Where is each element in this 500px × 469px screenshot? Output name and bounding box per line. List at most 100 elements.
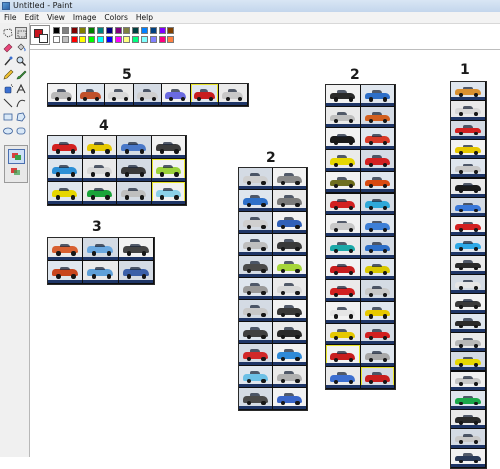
car-thumbnail [451,139,485,159]
palette-swatch[interactable] [114,36,122,43]
car-thumbnail [118,238,153,260]
palette-swatch[interactable] [141,27,148,34]
car-thumbnail [326,193,360,215]
palette-swatch[interactable] [53,27,60,34]
car-thumbnail [105,84,133,105]
magnifier-icon[interactable] [15,55,27,67]
car-thumbnail [360,323,394,345]
current-colors[interactable] [30,25,50,45]
palette-swatch[interactable] [53,36,60,43]
car-thumbnail [451,371,485,390]
window-title: Untitled - Paint [13,1,73,10]
drawing-canvas[interactable]: 5 4 3 2 2 1 [30,49,500,469]
palette-swatch[interactable] [149,36,157,43]
car-thumbnail [239,168,272,189]
palette-swatch[interactable] [132,36,140,43]
menu-help[interactable]: Help [132,12,157,22]
car-thumbnail [326,215,360,236]
car-thumbnail [151,159,185,181]
palette-swatch[interactable] [61,27,69,34]
car-thumbnail [360,236,394,258]
transparent-option-icon[interactable] [8,165,23,178]
brush-icon[interactable] [15,69,27,81]
car-thumbnail [360,106,394,128]
car-thumbnail [239,256,272,277]
palette-swatch[interactable] [61,36,69,43]
car-thumbnail [451,410,485,429]
car-thumbnail [239,366,272,387]
car-thumbnail [451,178,485,197]
palette-swatch[interactable] [114,27,122,34]
palette-swatch[interactable] [70,27,78,34]
car-thumbnail [273,344,306,365]
palette-swatch[interactable] [167,36,175,43]
eraser-icon[interactable] [2,41,14,53]
line-icon[interactable] [2,97,14,109]
car-thumbnail [451,332,485,352]
palette-swatch[interactable] [123,36,131,43]
palette-swatch[interactable] [149,27,157,34]
menu-colors[interactable]: Colors [100,12,132,22]
group-number-label: 5 [122,67,132,83]
palette-swatch[interactable] [88,27,96,34]
car-thumbnail [48,136,82,158]
fill-icon[interactable] [15,41,27,53]
car-thumbnail [451,217,485,236]
car-thumbnail [273,256,306,277]
polygon-icon[interactable] [15,111,27,123]
opaque-option-icon[interactable] [8,149,25,164]
car-thumbnail [326,367,360,388]
car-thumbnail [151,136,185,158]
group-number-label: 2 [266,150,276,166]
palette-swatch[interactable] [70,36,78,43]
car-thumbnail [48,238,83,260]
palette-swatch[interactable] [79,36,87,43]
rectangle-icon[interactable] [2,111,14,123]
car-thumbnail [360,150,394,171]
palette-swatch[interactable] [167,27,175,34]
car-thumbnail [451,352,485,371]
palette-swatch[interactable] [141,36,148,43]
free-select-icon[interactable] [2,27,14,39]
palette-swatch[interactable] [123,27,131,34]
car-thumbnail [239,212,272,233]
color-picker-icon[interactable] [2,55,14,67]
select-icon[interactable] [15,27,27,39]
rounded-rectangle-icon[interactable] [15,125,27,137]
tool-options-panel [4,145,28,183]
curve-icon[interactable] [15,97,27,109]
palette-swatch[interactable] [132,27,140,34]
pencil-icon[interactable] [2,69,14,81]
car-thumbnail [83,238,118,260]
palette-swatch[interactable] [105,36,113,43]
car-thumbnail [273,190,306,211]
car-thumbnail [360,128,394,150]
car-thumbnail [451,159,485,178]
car-thumbnail [273,366,306,387]
palette-swatch[interactable] [105,27,113,34]
menu-view[interactable]: View [43,12,69,22]
paint-app-icon [2,2,10,10]
menu-image[interactable]: Image [69,12,101,22]
background-color[interactable] [39,34,48,43]
group-number-label: 1 [460,62,470,78]
menu-edit[interactable]: Edit [21,12,44,22]
car-thumbnail [48,182,82,204]
palette-swatch[interactable] [97,36,104,43]
group-number-label: 2 [350,67,360,83]
palette-swatch[interactable] [79,27,87,34]
palette-swatch[interactable] [158,27,166,34]
car-thumbnail [326,128,360,150]
car-thumbnail [118,261,153,283]
menu-file[interactable]: File [0,12,21,22]
palette-swatch[interactable] [88,36,96,43]
text-icon[interactable] [15,83,27,95]
palette-swatch[interactable] [97,27,104,34]
car-thumbnail [326,106,360,128]
car-thumbnail [273,322,306,343]
airbrush-icon[interactable] [2,83,14,95]
car-thumbnail [326,302,360,323]
palette-swatch[interactable] [158,36,166,43]
ellipse-icon[interactable] [2,125,14,137]
car-thumbnail [133,84,161,105]
